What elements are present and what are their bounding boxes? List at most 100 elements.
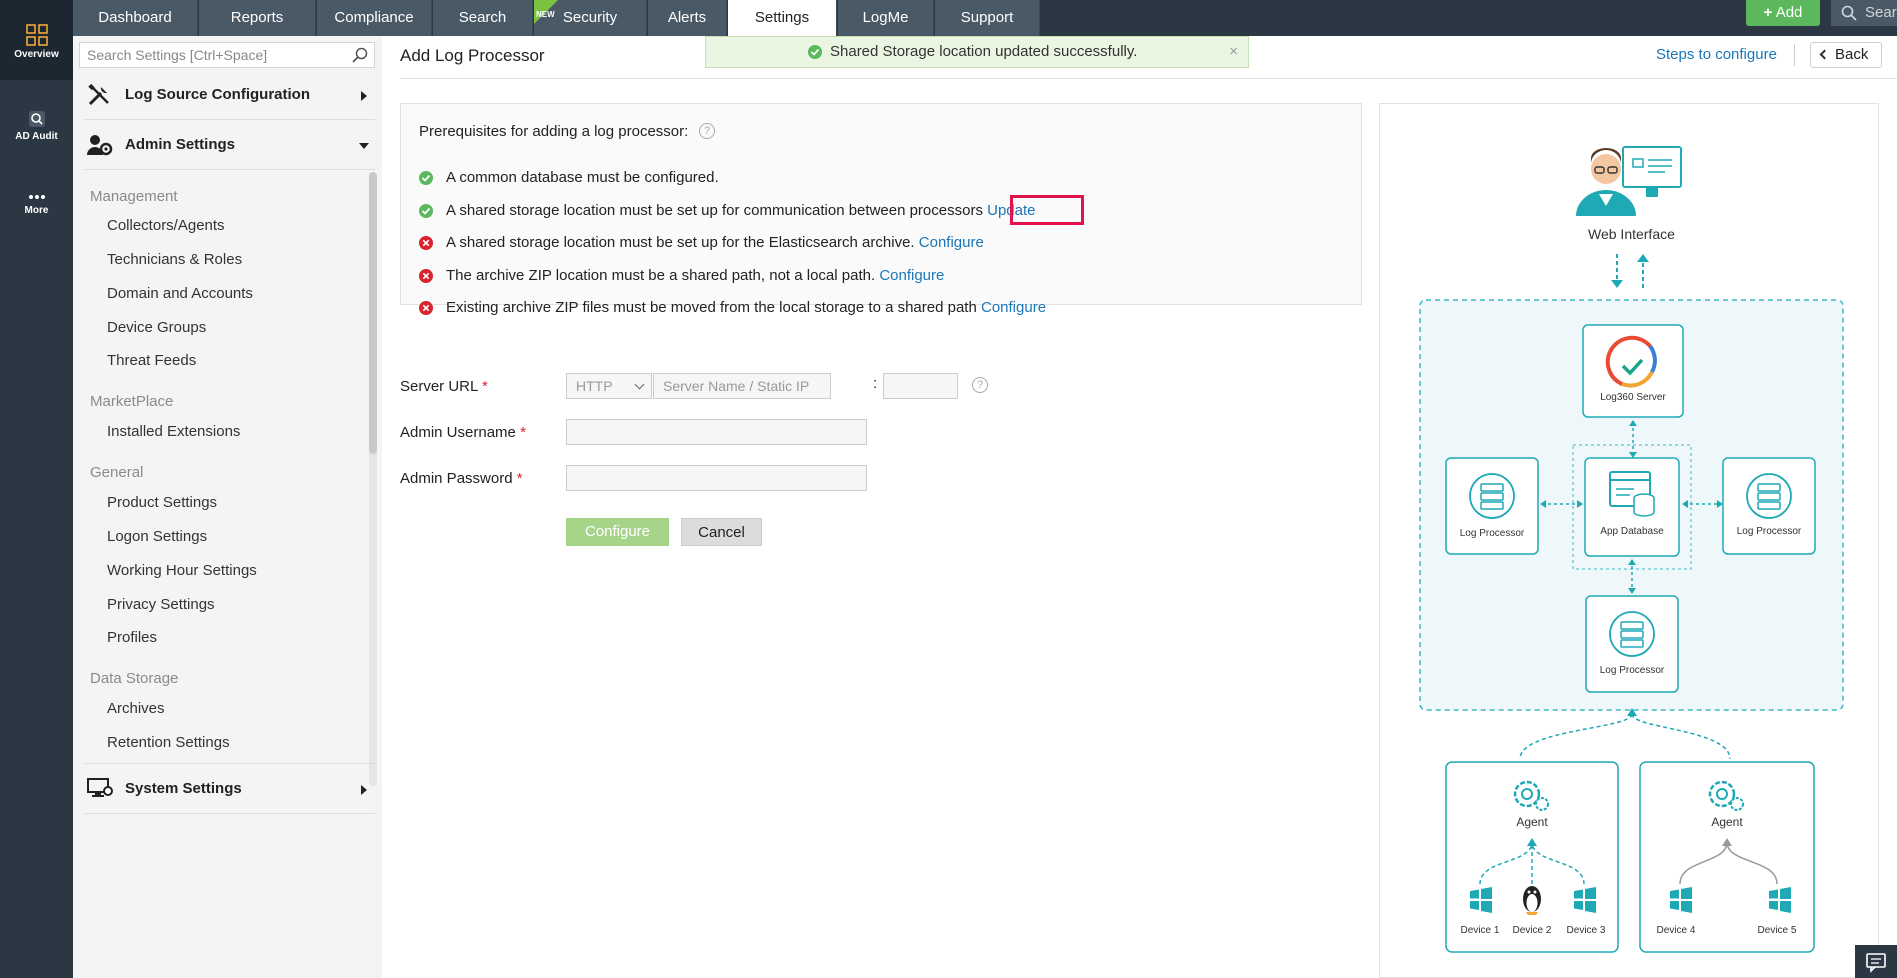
sidebar-item-threat-feeds[interactable]: Threat Feeds [107, 352, 196, 369]
admin-user-gear-icon [87, 135, 113, 156]
grid-icon [25, 24, 48, 46]
search-icon [28, 111, 45, 127]
agent-label: Agent [1711, 815, 1743, 829]
header-separator [1794, 44, 1795, 66]
device-label: Device 4 [1657, 925, 1696, 936]
settings-search-input[interactable]: Search Settings [Ctrl+Space] [79, 42, 375, 68]
section-system-settings[interactable]: System Settings [85, 766, 375, 814]
tab-support[interactable]: Support [935, 0, 1040, 36]
check-circle-icon [808, 45, 822, 59]
sidebar-item-technicians-roles[interactable]: Technicians & Roles [107, 251, 242, 268]
server-name-input[interactable]: Server Name / Static IP [653, 373, 831, 399]
rail-ad-audit-label: AD Audit [15, 131, 58, 142]
configure-link[interactable]: Configure [919, 234, 984, 251]
sidebar-item-collectors-agents[interactable]: Collectors/Agents [107, 217, 225, 234]
admin-password-input[interactable] [566, 465, 867, 491]
port-input[interactable] [883, 373, 958, 399]
sidebar-item-device-groups[interactable]: Device Groups [107, 319, 206, 336]
more-dots-icon [28, 195, 45, 199]
section-admin-settings[interactable]: Admin Settings [85, 122, 375, 170]
sidebar-scrollbar[interactable] [369, 172, 377, 454]
protocol-select[interactable]: HTTP [566, 373, 652, 399]
caret-right-icon [361, 785, 367, 795]
tab-reports[interactable]: Reports [199, 0, 316, 36]
error-circle-icon [419, 301, 433, 315]
tools-icon [88, 83, 109, 106]
rail-more-label: More [24, 205, 49, 216]
cancel-button[interactable]: Cancel [681, 518, 762, 546]
tab-logme[interactable]: LogMe [838, 0, 934, 36]
back-button-label: Back [1835, 46, 1869, 63]
tab-search[interactable]: Search [433, 0, 533, 36]
sidebar-item-privacy-settings[interactable]: Privacy Settings [107, 596, 215, 613]
close-icon[interactable]: × [1229, 37, 1238, 67]
prereq-text: A shared storage location must be set up… [446, 234, 984, 251]
caret-right-icon [361, 91, 367, 101]
protocol-value: HTTP [576, 378, 613, 394]
page-title: Add Log Processor [400, 46, 545, 65]
check-circle-icon [419, 171, 433, 185]
rail-overview[interactable]: Overview [0, 0, 73, 80]
chat-icon [1866, 953, 1886, 973]
tab-compliance[interactable]: Compliance [317, 0, 432, 36]
app-database-label: App Database [1600, 526, 1664, 537]
device-label: Device 1 [1461, 925, 1500, 936]
title-divider [400, 78, 1897, 79]
admin-username-label: Admin Username * [400, 424, 526, 441]
chevron-down-icon [634, 379, 645, 390]
sidebar-item-product-settings[interactable]: Product Settings [107, 494, 217, 511]
sidebar-item-working-hour-settings[interactable]: Working Hour Settings [107, 562, 257, 579]
tab-dashboard[interactable]: Dashboard [73, 0, 198, 36]
help-icon[interactable]: ? [972, 377, 988, 393]
configure-link[interactable]: Configure [879, 267, 944, 284]
check-circle-icon [419, 204, 433, 218]
error-circle-icon [419, 236, 433, 250]
sidebar-divider [85, 763, 375, 764]
web-interface-label: Web Interface [1588, 226, 1675, 242]
steps-to-configure-link[interactable]: Steps to configure [1656, 46, 1777, 63]
sidebar-item-installed-extensions[interactable]: Installed Extensions [107, 423, 240, 440]
prereq-text: A common database must be configured. [446, 169, 719, 186]
required-mark: * [520, 424, 526, 441]
admin-username-input[interactable] [566, 419, 867, 445]
global-search-input[interactable]: Search [1831, 0, 1897, 26]
group-marketplace: MarketPlace [90, 393, 174, 410]
configure-button[interactable]: Configure [566, 518, 669, 546]
tab-settings[interactable]: Settings [728, 0, 837, 37]
app-rail: Overview AD Audit More [0, 0, 73, 978]
web-interface-icon [1576, 146, 1682, 216]
chat-button[interactable] [1855, 945, 1897, 978]
group-general: General [90, 464, 144, 481]
server-name-placeholder: Server Name / Static IP [663, 378, 810, 394]
sidebar-item-domain-accounts[interactable]: Domain and Accounts [107, 285, 253, 302]
tab-alerts[interactable]: Alerts [648, 0, 727, 36]
tab-security[interactable]: NEW Security [534, 0, 647, 36]
back-button[interactable]: Back [1810, 42, 1882, 68]
group-management: Management [90, 188, 178, 205]
prerequisites-panel: Prerequisites for adding a log processor… [400, 103, 1362, 316]
section-admin-settings-label: Admin Settings [125, 136, 236, 153]
tab-security-label: Security [562, 9, 618, 26]
log360-server-label: Log360 Server [1600, 392, 1666, 403]
sidebar-item-retention-settings[interactable]: Retention Settings [107, 734, 230, 751]
success-toast: Shared Storage location updated successf… [705, 36, 1249, 68]
caret-down-icon [359, 143, 369, 149]
prereq-text-body: The archive ZIP location must be a share… [446, 267, 876, 284]
help-icon[interactable]: ? [699, 123, 715, 139]
configure-link[interactable]: Configure [981, 299, 1046, 316]
sidebar-item-archives[interactable]: Archives [107, 700, 165, 717]
server-url-label: Server URL * [400, 378, 488, 395]
monitor-gear-icon [87, 778, 113, 797]
device-label: Device 3 [1567, 925, 1606, 936]
required-mark: * [481, 378, 488, 395]
section-log-source-configuration[interactable]: Log Source Configuration [85, 72, 375, 120]
search-icon [1841, 5, 1857, 21]
agent-label: Agent [1516, 815, 1548, 829]
sidebar-item-logon-settings[interactable]: Logon Settings [107, 528, 207, 545]
port-separator: : [873, 375, 878, 392]
add-button[interactable]: + Add [1746, 0, 1820, 26]
chevron-left-icon [1819, 49, 1830, 60]
rail-ad-audit[interactable]: AD Audit [0, 110, 73, 156]
sidebar-item-profiles[interactable]: Profiles [107, 629, 157, 646]
rail-more[interactable]: More [0, 192, 73, 232]
